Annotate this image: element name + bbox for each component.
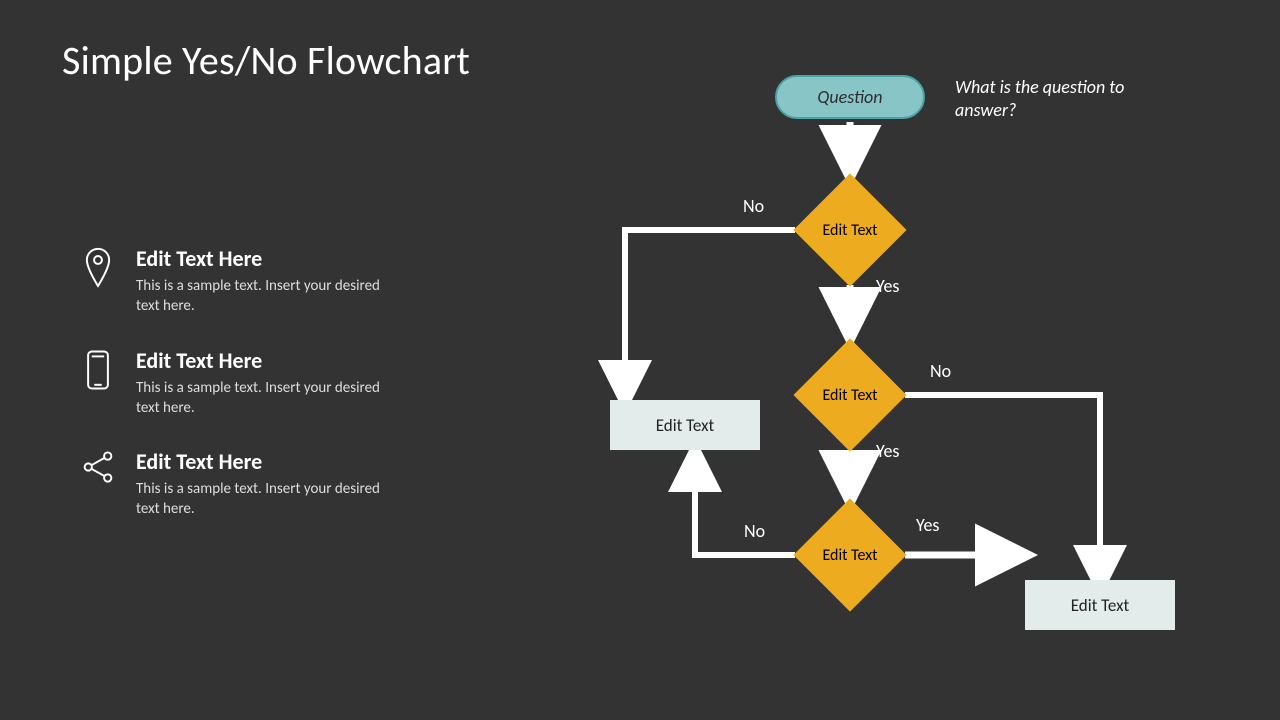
bullet-desc: This is a sample text. Insert your desir… — [136, 276, 396, 317]
decision-2-label: Edit Text — [822, 386, 877, 405]
decision-1-label: Edit Text — [822, 221, 877, 240]
outcome-2-label: Edit Text — [1071, 595, 1130, 616]
decision-1: Edit Text — [795, 175, 905, 285]
decision-2: Edit Text — [795, 340, 905, 450]
decision-3-no-label: No — [744, 520, 765, 542]
outcome-1: Edit Text — [610, 400, 760, 450]
slide: Simple Yes/No Flowchart Edit Text Here T… — [0, 0, 1280, 720]
decision-3-yes-label: Yes — [916, 514, 939, 536]
decision-1-yes-label: Yes — [876, 275, 899, 297]
bullet-title: Edit Text Here — [136, 245, 396, 272]
bullet-item: Edit Text Here This is a sample text. In… — [78, 347, 458, 419]
bullet-title: Edit Text Here — [136, 347, 396, 374]
decision-1-no-label: No — [743, 195, 764, 217]
bullet-desc: This is a sample text. Insert your desir… — [136, 479, 396, 520]
phone-icon — [78, 349, 118, 391]
decision-3-label: Edit Text — [822, 546, 877, 565]
decision-2-yes-label: Yes — [876, 440, 899, 462]
share-icon — [78, 450, 118, 484]
bullet-item: Edit Text Here This is a sample text. In… — [78, 245, 458, 317]
flowchart: Question What is the question to answer? — [560, 60, 1240, 700]
location-pin-icon — [78, 247, 118, 289]
outcome-1-label: Edit Text — [656, 415, 715, 436]
bullet-item: Edit Text Here This is a sample text. In… — [78, 448, 458, 520]
bullet-list: Edit Text Here This is a sample text. In… — [78, 245, 458, 550]
bullet-title: Edit Text Here — [136, 448, 396, 475]
decision-2-no-label: No — [930, 360, 951, 382]
bullet-desc: This is a sample text. Insert your desir… — [136, 378, 396, 419]
decision-3: Edit Text — [795, 500, 905, 610]
outcome-2: Edit Text — [1025, 580, 1175, 630]
slide-title: Simple Yes/No Flowchart — [62, 36, 470, 85]
